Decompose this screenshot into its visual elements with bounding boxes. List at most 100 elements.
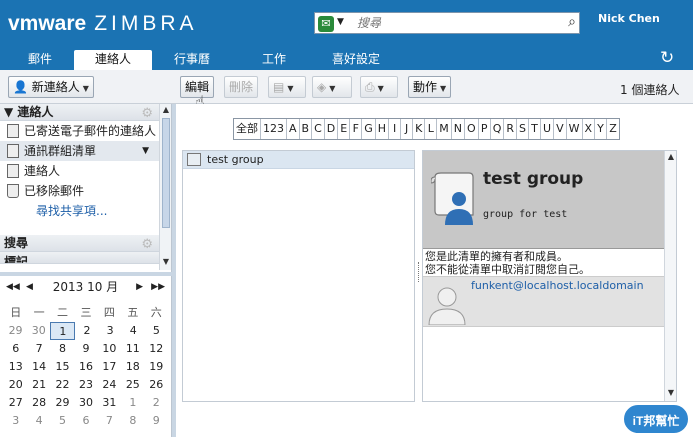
sidebar-item-contacts[interactable]: 連絡人 (0, 161, 171, 181)
detail-scrollbar[interactable]: ▲ ▼ (664, 151, 676, 401)
calendar-day[interactable]: 26 (145, 376, 168, 394)
calendar-day[interactable]: 4 (27, 412, 50, 430)
section-tags[interactable]: 標記 (0, 252, 171, 264)
alpha-letter[interactable]: F (350, 119, 363, 139)
gear-icon[interactable]: ⚙ (141, 105, 153, 122)
tab-mail[interactable]: 郵件 (8, 50, 72, 70)
calendar-day[interactable]: 23 (74, 376, 97, 394)
calendar-day[interactable]: 3 (4, 412, 27, 430)
find-shares-link[interactable]: 尋找共享項... (0, 201, 171, 221)
prev-year-icon[interactable]: ◀◀ (6, 276, 20, 298)
calendar-day[interactable]: 8 (51, 340, 74, 358)
new-contact-button[interactable]: 👤 新連絡人 ▼ (8, 76, 94, 98)
tab-calendar[interactable]: 行事曆 (154, 50, 230, 70)
calendar-day[interactable]: 13 (4, 358, 27, 376)
chevron-down-icon[interactable]: ▼ (337, 17, 344, 27)
section-search[interactable]: 搜尋 ⚙ (0, 235, 171, 252)
search-type-icon[interactable]: ✉ (318, 16, 334, 32)
alpha-letter[interactable]: R (504, 119, 518, 139)
scroll-up-icon[interactable]: ▲ (160, 104, 172, 116)
calendar-day[interactable]: 4 (122, 322, 145, 340)
calendar-day[interactable]: 28 (27, 394, 50, 412)
alpha-letter[interactable]: W (566, 119, 583, 139)
calendar-day[interactable]: 2 (145, 394, 168, 412)
next-month-icon[interactable]: ▶ (136, 276, 143, 298)
calendar-day[interactable]: 18 (121, 358, 144, 376)
calendar-day[interactable]: 7 (98, 412, 121, 430)
alpha-all[interactable]: 全部 (234, 119, 261, 139)
calendar-day[interactable]: 20 (4, 376, 27, 394)
alpha-letter[interactable]: S (517, 119, 530, 139)
alpha-letter[interactable]: K (413, 119, 426, 139)
calendar-day[interactable]: 9 (74, 340, 97, 358)
alpha-letter[interactable]: Y (595, 119, 608, 139)
calendar-day[interactable]: 14 (27, 358, 50, 376)
section-contacts[interactable]: ▼ 連絡人 ⚙ (0, 104, 171, 121)
calendar-day[interactable]: 24 (98, 376, 121, 394)
calendar-day[interactable]: 17 (98, 358, 121, 376)
alpha-letter[interactable]: I (389, 119, 402, 139)
alpha-letter[interactable]: J (401, 119, 414, 139)
pane-splitter[interactable] (416, 150, 421, 402)
print-button[interactable]: ⎙ ▼ (360, 76, 398, 98)
sidebar-item-trash[interactable]: 已移除郵件 (0, 181, 171, 201)
chevron-down-icon[interactable]: ▼ (83, 84, 89, 93)
calendar-day[interactable]: 7 (27, 340, 50, 358)
calendar-day[interactable]: 22 (51, 376, 74, 394)
alpha-letter[interactable]: O (465, 119, 479, 139)
actions-button[interactable]: 動作 ▼ (408, 76, 452, 98)
calendar-day[interactable]: 30 (74, 394, 97, 412)
chevron-down-icon[interactable]: ▼ (142, 141, 149, 161)
alpha-letter[interactable]: V (554, 119, 567, 139)
next-year-icon[interactable]: ▶▶ (151, 276, 165, 298)
scroll-down-icon[interactable]: ▼ (160, 256, 172, 268)
calendar-day[interactable]: 12 (145, 340, 168, 358)
prev-month-icon[interactable]: ◀ (26, 276, 33, 298)
calendar-day[interactable]: 29 (4, 322, 27, 340)
member-email[interactable]: funkent@localhost.localdomain (471, 279, 644, 292)
sidebar-item-emailed-contacts[interactable]: 已寄送電子郵件的連絡人 (0, 121, 171, 141)
calendar-day[interactable]: 21 (27, 376, 50, 394)
calendar-day[interactable]: 10 (98, 340, 121, 358)
calendar-day[interactable]: 2 (75, 322, 98, 340)
alpha-letter[interactable]: M (437, 119, 452, 139)
calendar-day[interactable]: 16 (74, 358, 97, 376)
alpha-letter[interactable]: E (338, 119, 351, 139)
calendar-day[interactable]: 27 (4, 394, 27, 412)
calendar-day[interactable]: 3 (99, 322, 122, 340)
calendar-day[interactable]: 15 (51, 358, 74, 376)
calendar-day[interactable]: 29 (51, 394, 74, 412)
calendar-day[interactable]: 1 (121, 394, 144, 412)
search-icon[interactable]: ⌕ (568, 14, 576, 30)
sidebar-scrollbar[interactable]: ▲ ▼ (159, 104, 171, 270)
alpha-letter[interactable]: B (299, 119, 313, 139)
calendar-day[interactable]: 5 (145, 322, 168, 340)
calendar-day[interactable]: 11 (121, 340, 144, 358)
tag-button[interactable]: ◈ ▼ (312, 76, 352, 98)
user-name[interactable]: Nick Chen (598, 12, 660, 25)
alpha-letter[interactable]: G (362, 119, 376, 139)
list-item[interactable]: test group (183, 151, 414, 169)
calendar-day[interactable]: 30 (27, 322, 50, 340)
alpha-letter[interactable]: H (375, 119, 390, 139)
scroll-up-icon[interactable]: ▲ (665, 151, 676, 163)
gear-icon[interactable]: ⚙ (141, 236, 153, 253)
calendar-day[interactable]: 6 (74, 412, 97, 430)
alpha-letter[interactable]: D (324, 119, 339, 139)
alpha-letter[interactable]: C (312, 119, 325, 139)
alpha-letter[interactable]: T (529, 119, 542, 139)
sidebar-item-distribution-lists[interactable]: 通訊群組清單 ▼ (0, 141, 171, 161)
search-input[interactable] (357, 15, 547, 31)
alpha-123[interactable]: 123 (261, 119, 287, 139)
refresh-icon[interactable]: ↻ (660, 48, 674, 68)
delete-button[interactable]: 刪除 (224, 76, 259, 98)
alpha-letter[interactable]: A (287, 119, 300, 139)
tab-tasks[interactable]: 工作 (238, 50, 310, 70)
calendar-day[interactable]: 5 (51, 412, 74, 430)
calendar-day-today[interactable]: 1 (50, 322, 76, 340)
calendar-day[interactable]: 8 (121, 412, 144, 430)
tab-preferences[interactable]: 喜好設定 (318, 50, 394, 70)
move-button[interactable]: ▤ ▼ (268, 76, 306, 98)
calendar-day[interactable]: 25 (121, 376, 144, 394)
alpha-letter[interactable]: P (478, 119, 491, 139)
